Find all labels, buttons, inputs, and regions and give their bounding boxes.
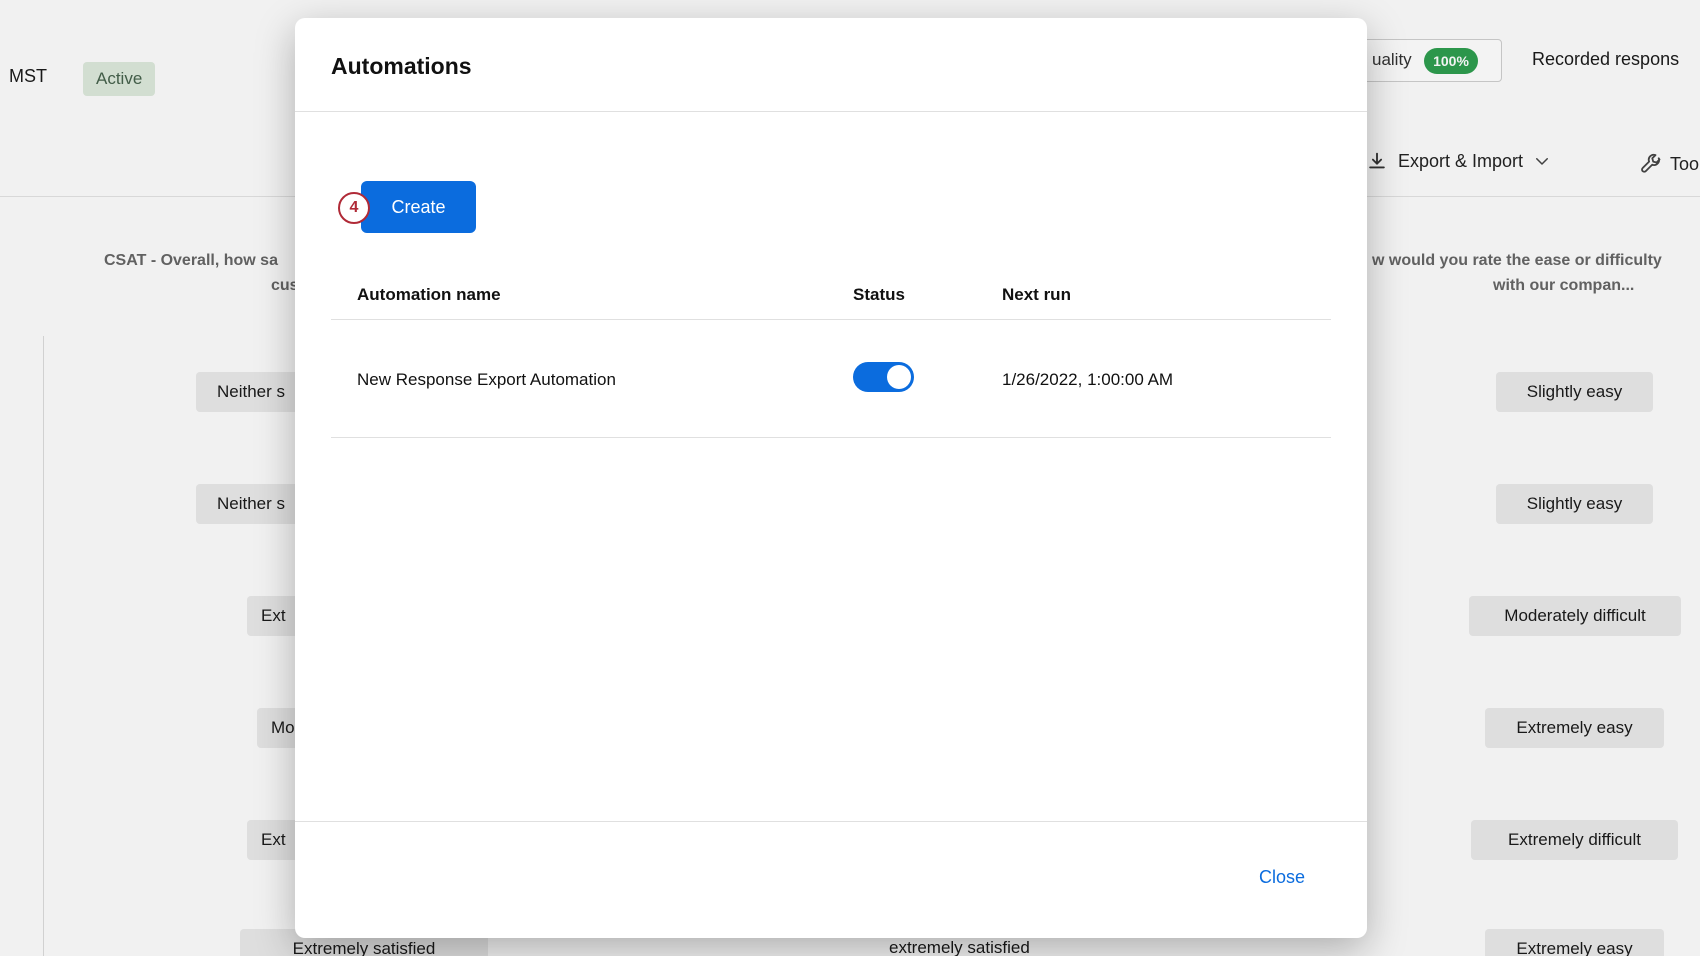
column-header-status: Status	[853, 285, 905, 305]
table-header-divider	[331, 319, 1331, 320]
column-header-automation-name: Automation name	[357, 285, 501, 305]
automation-name-cell: New Response Export Automation	[357, 370, 616, 390]
page: MST Active uality 100% Recorded respons …	[0, 0, 1700, 956]
next-run-cell: 1/26/2022, 1:00:00 AM	[1002, 370, 1173, 390]
modal-footer-divider	[295, 821, 1367, 822]
create-button[interactable]: Create	[361, 181, 476, 233]
modal-title: Automations	[331, 53, 472, 80]
automations-modal: Automations 4 Create Automation name Sta…	[295, 18, 1367, 938]
toggle-knob	[887, 365, 911, 389]
modal-header-divider	[295, 111, 1367, 112]
column-header-next-run: Next run	[1002, 285, 1071, 305]
step-annotation-badge: 4	[338, 192, 370, 224]
close-button[interactable]: Close	[1259, 867, 1305, 888]
status-toggle[interactable]	[853, 362, 914, 392]
table-row-divider	[331, 437, 1331, 438]
